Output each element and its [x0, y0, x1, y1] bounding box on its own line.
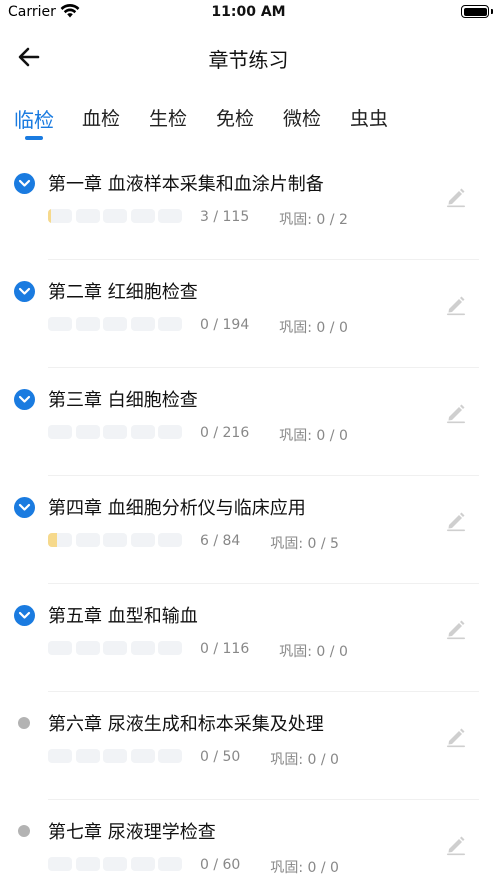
- progress-segment: [75, 749, 100, 763]
- consolidate-count: 巩固: 0 / 5: [270, 536, 339, 552]
- progress-bar: [48, 749, 182, 763]
- progress-segment: [75, 317, 100, 331]
- chapter-title: 第七章 尿液理学检查: [48, 822, 216, 843]
- consolidate-count: 巩固: 0 / 0: [279, 428, 348, 444]
- chapter-row[interactable]: 第六章 尿液生成和标本采集及处理 0 / 50 巩固: 0 / 0: [0, 692, 497, 800]
- progress-segment: [103, 749, 127, 763]
- tab-chongchong[interactable]: 虫虫: [350, 104, 388, 131]
- battery-tip: [491, 9, 493, 14]
- consolidate-count: 巩固: 0 / 0: [270, 752, 339, 768]
- chapter-title: 第二章 红细胞检查: [48, 282, 198, 303]
- progress-segment: [130, 209, 155, 223]
- progress-segment: [75, 533, 100, 547]
- pencil-icon[interactable]: [445, 510, 467, 532]
- progress-segment: [75, 641, 100, 655]
- chapter-title: 第六章 尿液生成和标本采集及处理: [48, 714, 324, 735]
- progress-count: 0 / 50: [200, 749, 241, 765]
- chapter-row[interactable]: 第四章 血细胞分析仪与临床应用 6 / 84 巩固: 0 / 5: [0, 476, 497, 584]
- pencil-icon[interactable]: [445, 402, 467, 424]
- progress-segment: [48, 749, 72, 763]
- progress-segment: [48, 425, 72, 439]
- progress-segment: [48, 209, 72, 223]
- progress-segment: [48, 533, 72, 547]
- progress-bar: [48, 533, 182, 547]
- progress-bar: [48, 641, 182, 655]
- status-bar: Carrier 11:00 AM: [0, 0, 497, 28]
- chevron-down-icon[interactable]: [14, 497, 35, 518]
- bullet-dot-icon: [18, 717, 30, 729]
- progress-segment: [103, 533, 127, 547]
- chapter-row[interactable]: 第二章 红细胞检查 0 / 194 巩固: 0 / 0: [0, 260, 497, 368]
- chevron-down-icon[interactable]: [14, 389, 35, 410]
- chapter-title: 第三章 白细胞检查: [48, 390, 198, 411]
- chapter-title: 第四章 血细胞分析仪与临床应用: [48, 498, 306, 519]
- progress-segment: [130, 425, 155, 439]
- tab-mianjian[interactable]: 免检: [216, 104, 254, 131]
- progress-count: 0 / 116: [200, 641, 250, 657]
- chapter-row[interactable]: 第三章 白细胞检查 0 / 216 巩固: 0 / 0: [0, 368, 497, 476]
- pencil-icon[interactable]: [445, 834, 467, 856]
- tab-linjian[interactable]: 临检: [14, 104, 54, 133]
- progress-count: 0 / 216: [200, 425, 250, 441]
- chapter-row[interactable]: 第一章 血液样本采集和血涂片制备 3 / 115 巩固: 0 / 2: [0, 152, 497, 260]
- progress-segment: [130, 857, 155, 871]
- progress-count: 0 / 60: [200, 857, 241, 873]
- tab-active-indicator: [25, 136, 43, 140]
- chapter-row[interactable]: 第七章 尿液理学检查 0 / 60 巩固: 0 / 0: [0, 800, 497, 883]
- pencil-icon[interactable]: [445, 618, 467, 640]
- consolidate-count: 巩固: 0 / 0: [279, 644, 348, 660]
- progress-segment: [103, 857, 127, 871]
- pencil-icon[interactable]: [445, 726, 467, 748]
- chapter-title: 第五章 血型和输血: [48, 606, 198, 627]
- progress-segment: [48, 641, 72, 655]
- progress-segment: [130, 749, 155, 763]
- progress-count: 6 / 84: [200, 533, 241, 549]
- battery-icon: [461, 5, 489, 18]
- consolidate-count: 巩固: 0 / 2: [279, 212, 348, 228]
- tab-xuejian[interactable]: 血检: [82, 104, 120, 131]
- progress-count: 3 / 115: [200, 209, 250, 225]
- chapter-row[interactable]: 第五章 血型和输血 0 / 116 巩固: 0 / 0: [0, 584, 497, 692]
- chevron-down-icon[interactable]: [14, 281, 35, 302]
- chevron-down-icon[interactable]: [14, 173, 35, 194]
- progress-segment: [75, 425, 100, 439]
- progress-bar: [48, 857, 182, 871]
- consolidate-count: 巩固: 0 / 0: [279, 320, 348, 336]
- progress-segment: [158, 641, 182, 655]
- progress-segment: [75, 209, 100, 223]
- bullet-dot-icon: [18, 825, 30, 837]
- chapter-list: 第一章 血液样本采集和血涂片制备 3 / 115 巩固: 0 / 2 第二章 红细胞检…: [0, 152, 497, 883]
- progress-segment: [158, 425, 182, 439]
- tab-weijian[interactable]: 微检: [283, 104, 321, 131]
- progress-segment: [158, 317, 182, 331]
- progress-segment: [158, 209, 182, 223]
- chapter-title: 第一章 血液样本采集和血涂片制备: [48, 174, 324, 195]
- progress-segment: [158, 857, 182, 871]
- page-title: 章节练习: [208, 48, 289, 72]
- chevron-down-icon[interactable]: [14, 605, 35, 626]
- progress-segment: [103, 209, 127, 223]
- progress-segment: [75, 857, 100, 871]
- pencil-icon[interactable]: [445, 294, 467, 316]
- progress-segment: [103, 641, 127, 655]
- consolidate-count: 巩固: 0 / 0: [270, 860, 339, 876]
- clock: 11:00 AM: [211, 4, 286, 20]
- progress-bar: [48, 317, 182, 331]
- progress-bar: [48, 425, 182, 439]
- progress-bar: [48, 209, 182, 223]
- category-tabs: 临检 血检 生检 免检 微检 虫虫: [0, 100, 497, 144]
- pencil-icon[interactable]: [445, 186, 467, 208]
- progress-segment: [130, 533, 155, 547]
- tab-shengjian[interactable]: 生检: [149, 104, 187, 131]
- progress-segment: [130, 641, 155, 655]
- progress-segment: [48, 317, 72, 331]
- nav-bar: 章节练习: [0, 28, 497, 88]
- progress-segment: [158, 533, 182, 547]
- progress-segment: [103, 317, 127, 331]
- progress-segment: [130, 317, 155, 331]
- progress-count: 0 / 194: [200, 317, 250, 333]
- progress-segment: [48, 857, 72, 871]
- progress-segment: [103, 425, 127, 439]
- progress-segment: [158, 749, 182, 763]
